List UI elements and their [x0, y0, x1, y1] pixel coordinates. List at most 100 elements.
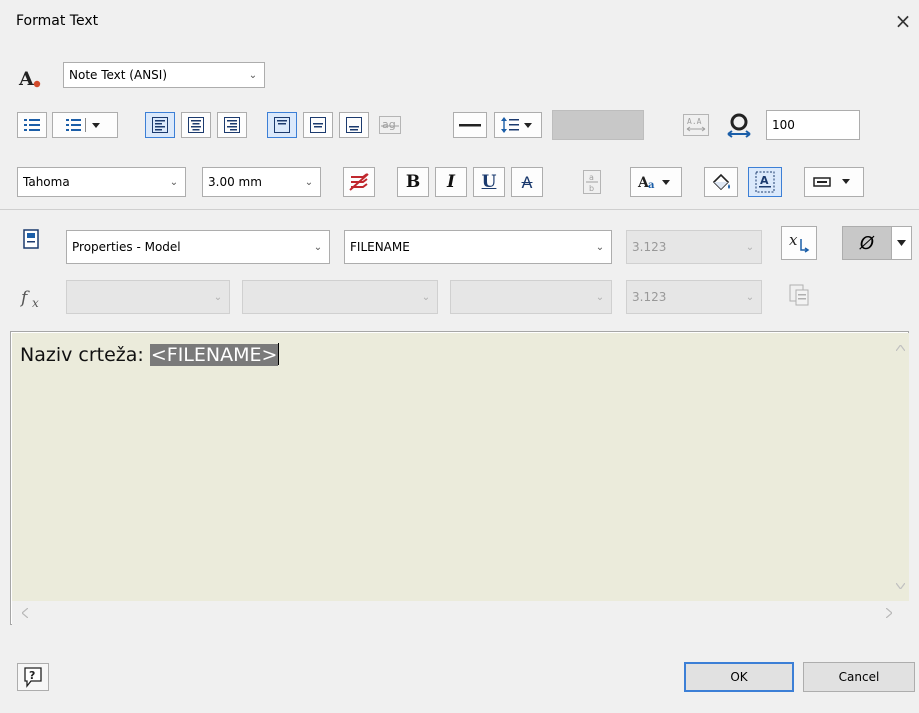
svg-text:?: ?	[29, 669, 35, 682]
paint-bucket-icon	[712, 173, 730, 191]
align-right-button[interactable]	[217, 112, 247, 138]
editor-text: Naziv crteža: <FILENAME>	[20, 343, 280, 366]
editor-field-token[interactable]: <FILENAME>	[149, 344, 279, 366]
symbol-dropdown[interactable]	[891, 227, 911, 259]
align-center-button[interactable]	[181, 112, 211, 138]
align-top-button[interactable]	[267, 112, 297, 138]
text-style-value: Note Text (ANSI)	[69, 68, 168, 82]
svg-text:A: A	[760, 174, 769, 187]
stacked-fraction-button[interactable]: ab	[578, 167, 606, 197]
strikethrough-button[interactable]: A	[511, 167, 543, 197]
chevron-down-icon: ⌄	[213, 291, 223, 303]
line-style-button[interactable]	[453, 112, 487, 138]
function-precision-combo[interactable]: 3.123 ⌄	[626, 280, 762, 314]
vertical-scrollbar[interactable]	[891, 333, 909, 601]
symbol-glyph: Ø	[859, 232, 875, 254]
layer-icon	[349, 173, 369, 191]
svg-text:x: x	[32, 296, 39, 310]
chevron-down-icon: ⌄	[248, 69, 258, 81]
bold-button[interactable]: B	[397, 167, 429, 197]
svg-text:b: b	[589, 184, 594, 193]
svg-text:a: a	[589, 173, 594, 182]
align-bottom-icon	[346, 117, 362, 133]
text-frame-icon: A	[755, 171, 775, 193]
fraction-icon: ab	[583, 170, 601, 194]
case-button[interactable]: Aa	[630, 167, 682, 197]
underline-button[interactable]: U	[473, 167, 505, 197]
text-style-icon: A	[17, 66, 43, 92]
parameter-icon: x	[789, 231, 810, 253]
font-size-combo[interactable]: 3.00 mm ⌄	[202, 167, 321, 197]
text-style-combo[interactable]: Note Text (ANSI) ⌄	[63, 62, 265, 88]
text-caret	[278, 343, 280, 365]
align-right-icon	[224, 117, 240, 133]
fit-text-icon: A.A	[683, 114, 709, 136]
ok-button[interactable]: OK	[684, 662, 794, 692]
chevron-down-icon: ⌄	[421, 291, 431, 303]
stack-fit-button[interactable]: A.A	[680, 112, 712, 138]
bullets-button[interactable]	[17, 112, 47, 138]
function-combo-1[interactable]: ⌄	[66, 280, 230, 314]
property-combo[interactable]: FILENAME ⌄	[344, 230, 612, 264]
precision-combo[interactable]: 3.123 ⌄	[626, 230, 762, 264]
text-editor[interactable]: Naziv crteža: <FILENAME>	[10, 331, 909, 625]
stack-value: 100	[772, 118, 795, 132]
numbered-list-icon	[66, 118, 100, 132]
component-icon	[22, 229, 44, 251]
function-combo-3[interactable]: ⌄	[450, 280, 612, 314]
italic-button[interactable]: I	[435, 167, 467, 197]
function-combo-2[interactable]: ⌄	[242, 280, 438, 314]
chevron-down-icon: ⌄	[745, 241, 755, 253]
frame-type-icon	[813, 177, 850, 187]
bullet-list-icon	[24, 119, 40, 131]
function-icon: fx	[19, 286, 48, 310]
symbol-button[interactable]: Ø	[842, 226, 912, 260]
title-bar	[0, 0, 919, 44]
chevron-down-icon: ⌄	[595, 241, 605, 253]
align-bottom-button[interactable]	[339, 112, 369, 138]
chevron-down-icon: ⌄	[304, 176, 314, 188]
baseline-button[interactable]: ag	[375, 112, 405, 138]
font-value: Tahoma	[23, 175, 70, 189]
fill-color-swatch[interactable]	[552, 110, 644, 140]
dialog-title: Format Text	[16, 13, 99, 29]
svg-text:x: x	[789, 231, 798, 249]
frame-type-button[interactable]	[804, 167, 864, 197]
align-left-button[interactable]	[145, 112, 175, 138]
help-button[interactable]: ?	[17, 663, 49, 691]
stack-icon	[724, 112, 754, 138]
numbering-button[interactable]	[52, 112, 118, 138]
horizontal-scrollbar[interactable]	[12, 601, 909, 625]
text-frame-button[interactable]: A	[748, 167, 782, 197]
property-type-combo[interactable]: Properties - Model ⌄	[66, 230, 330, 264]
paste-function-button[interactable]	[783, 278, 815, 310]
font-combo[interactable]: Tahoma ⌄	[17, 167, 186, 197]
chevron-down-icon: ⌄	[595, 291, 605, 303]
layer-button[interactable]	[343, 167, 375, 197]
chevron-down-icon: ⌄	[745, 291, 755, 303]
editor-text-prefix: Naziv crteža:	[20, 344, 150, 366]
line-spacing-icon	[501, 117, 532, 133]
toolbar-separator	[0, 209, 919, 210]
property-value: FILENAME	[350, 240, 410, 254]
cancel-button[interactable]: Cancel	[803, 662, 915, 692]
svg-text:A: A	[18, 68, 34, 90]
align-center-icon	[188, 117, 204, 133]
align-middle-button[interactable]	[303, 112, 333, 138]
paste-icon	[789, 284, 809, 306]
close-button[interactable]: ×	[890, 8, 916, 34]
stack-value-input[interactable]: 100	[766, 110, 860, 140]
scroll-up-icon	[896, 345, 905, 351]
precision-value: 3.123	[632, 240, 667, 254]
editor-content-area[interactable]: Naziv crteža: <FILENAME>	[12, 333, 909, 601]
line-icon	[459, 124, 481, 127]
line-spacing-button[interactable]	[494, 112, 542, 138]
align-left-icon	[152, 117, 168, 133]
background-fill-button[interactable]	[704, 167, 738, 197]
property-type-value: Properties - Model	[72, 240, 181, 254]
caret-down-icon	[897, 240, 906, 246]
add-parameter-button[interactable]: x	[781, 226, 817, 260]
chevron-down-icon: ⌄	[313, 241, 323, 253]
align-top-icon	[274, 117, 290, 133]
svg-text:f: f	[20, 288, 30, 308]
